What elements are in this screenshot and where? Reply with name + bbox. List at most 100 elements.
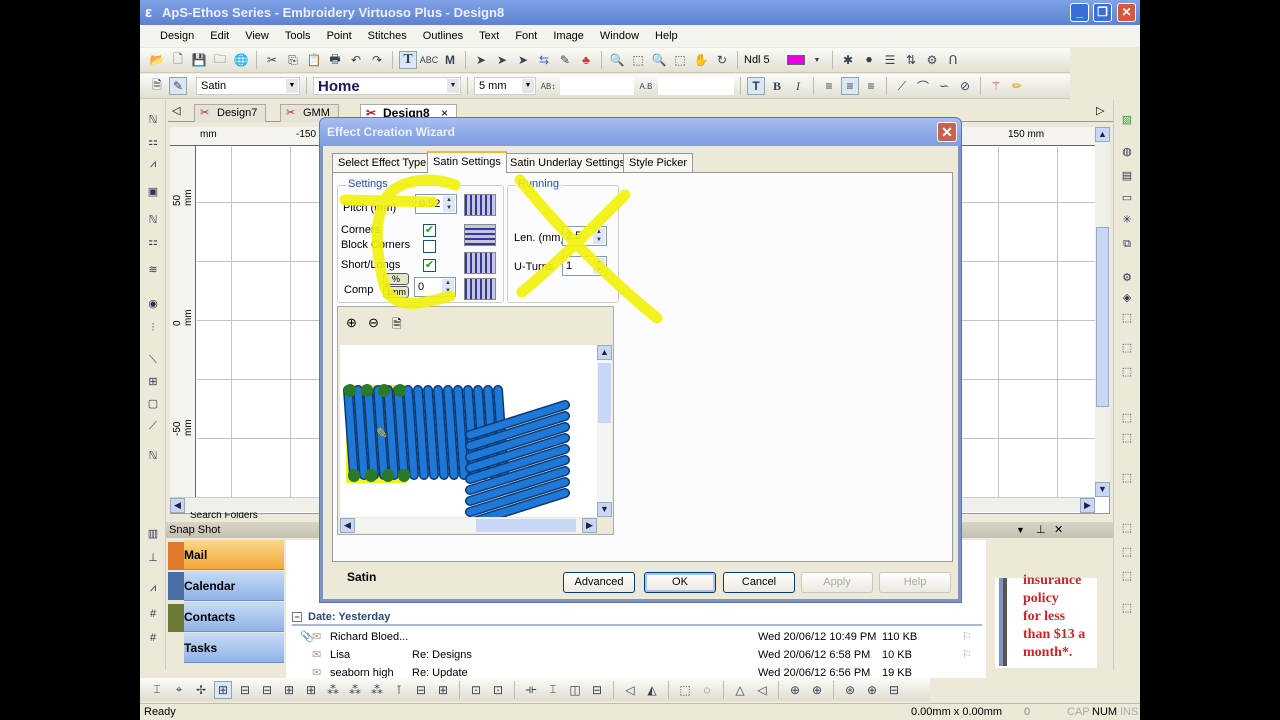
- stitch-icon[interactable]: Ո: [944, 51, 962, 69]
- mirror-icon[interactable]: ◭: [643, 681, 661, 699]
- nav-tasks[interactable]: Tasks: [184, 633, 284, 663]
- space-icon[interactable]: ⌶: [544, 681, 562, 699]
- pattern-tool-icon[interactable]: ℕ: [145, 212, 161, 228]
- scroll-left-icon[interactable]: ◀: [170, 498, 185, 513]
- nav-contacts[interactable]: Contacts: [184, 602, 284, 632]
- zoom-in-icon[interactable]: ⊕: [346, 315, 357, 331]
- copy-icon[interactable]: ⎘: [284, 51, 302, 69]
- trim-icon[interactable]: ☰: [881, 51, 899, 69]
- colors-icon[interactable]: ♣: [577, 51, 595, 69]
- menu-outlines[interactable]: Outlines: [415, 30, 471, 42]
- mail-group-header[interactable]: − Date: Yesterday: [292, 609, 982, 626]
- line-spacing-icon[interactable]: AB↕: [539, 77, 557, 95]
- align-left-icon[interactable]: ≡: [820, 77, 838, 95]
- align-icon[interactable]: ⊡: [489, 681, 507, 699]
- tool-icon[interactable]: ⬚: [1119, 430, 1135, 446]
- dialog-close-button[interactable]: ✕: [937, 122, 957, 142]
- tab-style-picker[interactable]: Style Picker: [623, 153, 694, 172]
- cut-icon[interactable]: ✂: [263, 51, 281, 69]
- text-tool-icon[interactable]: T: [399, 51, 417, 69]
- block-tool-icon[interactable]: ▣: [145, 184, 161, 200]
- corners-checkbox[interactable]: ✔: [423, 224, 436, 237]
- help-button[interactable]: Help: [879, 572, 951, 593]
- save-icon[interactable]: 💾: [190, 51, 208, 69]
- transform-icon[interactable]: ⊕: [808, 681, 826, 699]
- image-icon[interactable]: ▨: [1119, 112, 1135, 128]
- run-tool-icon[interactable]: ≋: [145, 262, 161, 278]
- arrange-icon[interactable]: ⊞: [280, 681, 298, 699]
- arrange-icon[interactable]: ⊟: [412, 681, 430, 699]
- mirror-icon[interactable]: ◁: [621, 681, 639, 699]
- tool-icon[interactable]: ◍: [1119, 144, 1135, 160]
- scroll-up-icon[interactable]: ▲: [1095, 127, 1110, 142]
- needle-color-swatch[interactable]: [787, 55, 805, 65]
- italic-icon[interactable]: I: [789, 77, 807, 95]
- zoom-page-icon[interactable]: 🗎: [392, 315, 402, 336]
- menu-point[interactable]: Point: [319, 30, 360, 42]
- letter-spacing-icon[interactable]: A.B: [637, 77, 655, 95]
- paste-icon[interactable]: 📋: [305, 51, 323, 69]
- center-point-icon[interactable]: ✢: [192, 681, 210, 699]
- undo-icon[interactable]: ↶: [347, 51, 365, 69]
- crop-icon[interactable]: ⌶: [148, 681, 166, 699]
- transform-icon[interactable]: ◌: [698, 681, 716, 699]
- pan-hand-icon[interactable]: ✋: [692, 51, 710, 69]
- uturns-input[interactable]: 1 ▲ ▼: [562, 256, 607, 276]
- transform-icon[interactable]: ⊛: [841, 681, 859, 699]
- arrange-icon[interactable]: ⊞: [302, 681, 320, 699]
- transform-icon[interactable]: ⊟: [885, 681, 903, 699]
- rectangle-tool-icon[interactable]: ▢: [145, 396, 161, 412]
- tool-icon[interactable]: ⧉: [1119, 236, 1135, 252]
- scroll-thumb[interactable]: [1096, 227, 1109, 407]
- add-point-icon[interactable]: ⊥: [145, 550, 161, 566]
- flag-icon[interactable]: ⚐: [962, 647, 972, 664]
- comp-mm-button[interactable]: 1mm: [383, 286, 409, 298]
- menu-design[interactable]: Design: [152, 30, 202, 42]
- menu-image[interactable]: Image: [545, 30, 592, 42]
- advanced-button[interactable]: Advanced: [563, 572, 635, 593]
- properties-icon[interactable]: 🗎: [148, 77, 166, 95]
- arrange-icon[interactable]: ⊺: [390, 681, 408, 699]
- zoom-fit-icon[interactable]: ⬚: [671, 51, 689, 69]
- tab-satin-underlay-settings[interactable]: Satin Underlay Settings: [504, 153, 631, 172]
- tool-icon[interactable]: ▭: [1119, 190, 1135, 206]
- globe-icon[interactable]: 🌐: [232, 51, 250, 69]
- minimize-button[interactable]: _: [1070, 3, 1089, 22]
- refresh-icon[interactable]: ↻: [713, 51, 731, 69]
- tab-satin-settings[interactable]: Satin Settings: [427, 151, 507, 173]
- new-icon[interactable]: 🗋: [169, 51, 187, 69]
- stitch-effect-icon[interactable]: ℕ: [145, 448, 161, 464]
- menu-stitches[interactable]: Stitches: [360, 30, 415, 42]
- bold-icon[interactable]: B: [768, 77, 786, 95]
- spinner-arrows-icon[interactable]: ▲ ▼: [443, 196, 455, 212]
- print-icon[interactable]: 🖶: [326, 51, 344, 69]
- folder-icon[interactable]: 🗀: [211, 51, 229, 69]
- collapse-icon[interactable]: −: [292, 612, 302, 622]
- tool-icon[interactable]: ✳: [1119, 212, 1135, 228]
- arrange-icon[interactable]: ⁂: [368, 681, 386, 699]
- arrange-icon[interactable]: ⁂: [324, 681, 342, 699]
- cross-panel-icon[interactable]: #: [145, 630, 161, 646]
- fill-tool-icon[interactable]: ⚏: [145, 134, 161, 150]
- menu-text[interactable]: Text: [471, 30, 507, 42]
- align-icon[interactable]: ⊡: [467, 681, 485, 699]
- center-icon[interactable]: ⌖: [170, 681, 188, 699]
- cancel-button[interactable]: Cancel: [723, 572, 795, 593]
- font-select[interactable]: Home ▼: [313, 77, 461, 95]
- menu-tools[interactable]: Tools: [277, 30, 319, 42]
- text-outline-icon[interactable]: T: [747, 77, 765, 95]
- zoom-out-icon[interactable]: ⊖: [368, 315, 379, 331]
- pitch-input[interactable]: 0.52 ▲ ▼: [415, 194, 457, 214]
- tab-scroll-left-icon[interactable]: ◁: [172, 104, 180, 117]
- pin-icon[interactable]: ⊥: [1036, 522, 1046, 538]
- search-folders-item[interactable]: Search Folders: [190, 512, 258, 522]
- flag-icon[interactable]: ⚐: [962, 629, 972, 646]
- tool-icon[interactable]: ▤: [1119, 168, 1135, 184]
- block-corners-checkbox[interactable]: [423, 240, 436, 253]
- spinner-arrows-icon[interactable]: ▲ ▼: [593, 258, 605, 274]
- line-spacing-input[interactable]: [560, 77, 634, 95]
- short-longs-checkbox[interactable]: ✔: [423, 259, 436, 272]
- satin-tool-icon[interactable]: ℕ: [145, 112, 161, 128]
- tool-icon[interactable]: ⬚: [1119, 568, 1135, 584]
- line-tool-icon[interactable]: ⟍: [145, 352, 161, 368]
